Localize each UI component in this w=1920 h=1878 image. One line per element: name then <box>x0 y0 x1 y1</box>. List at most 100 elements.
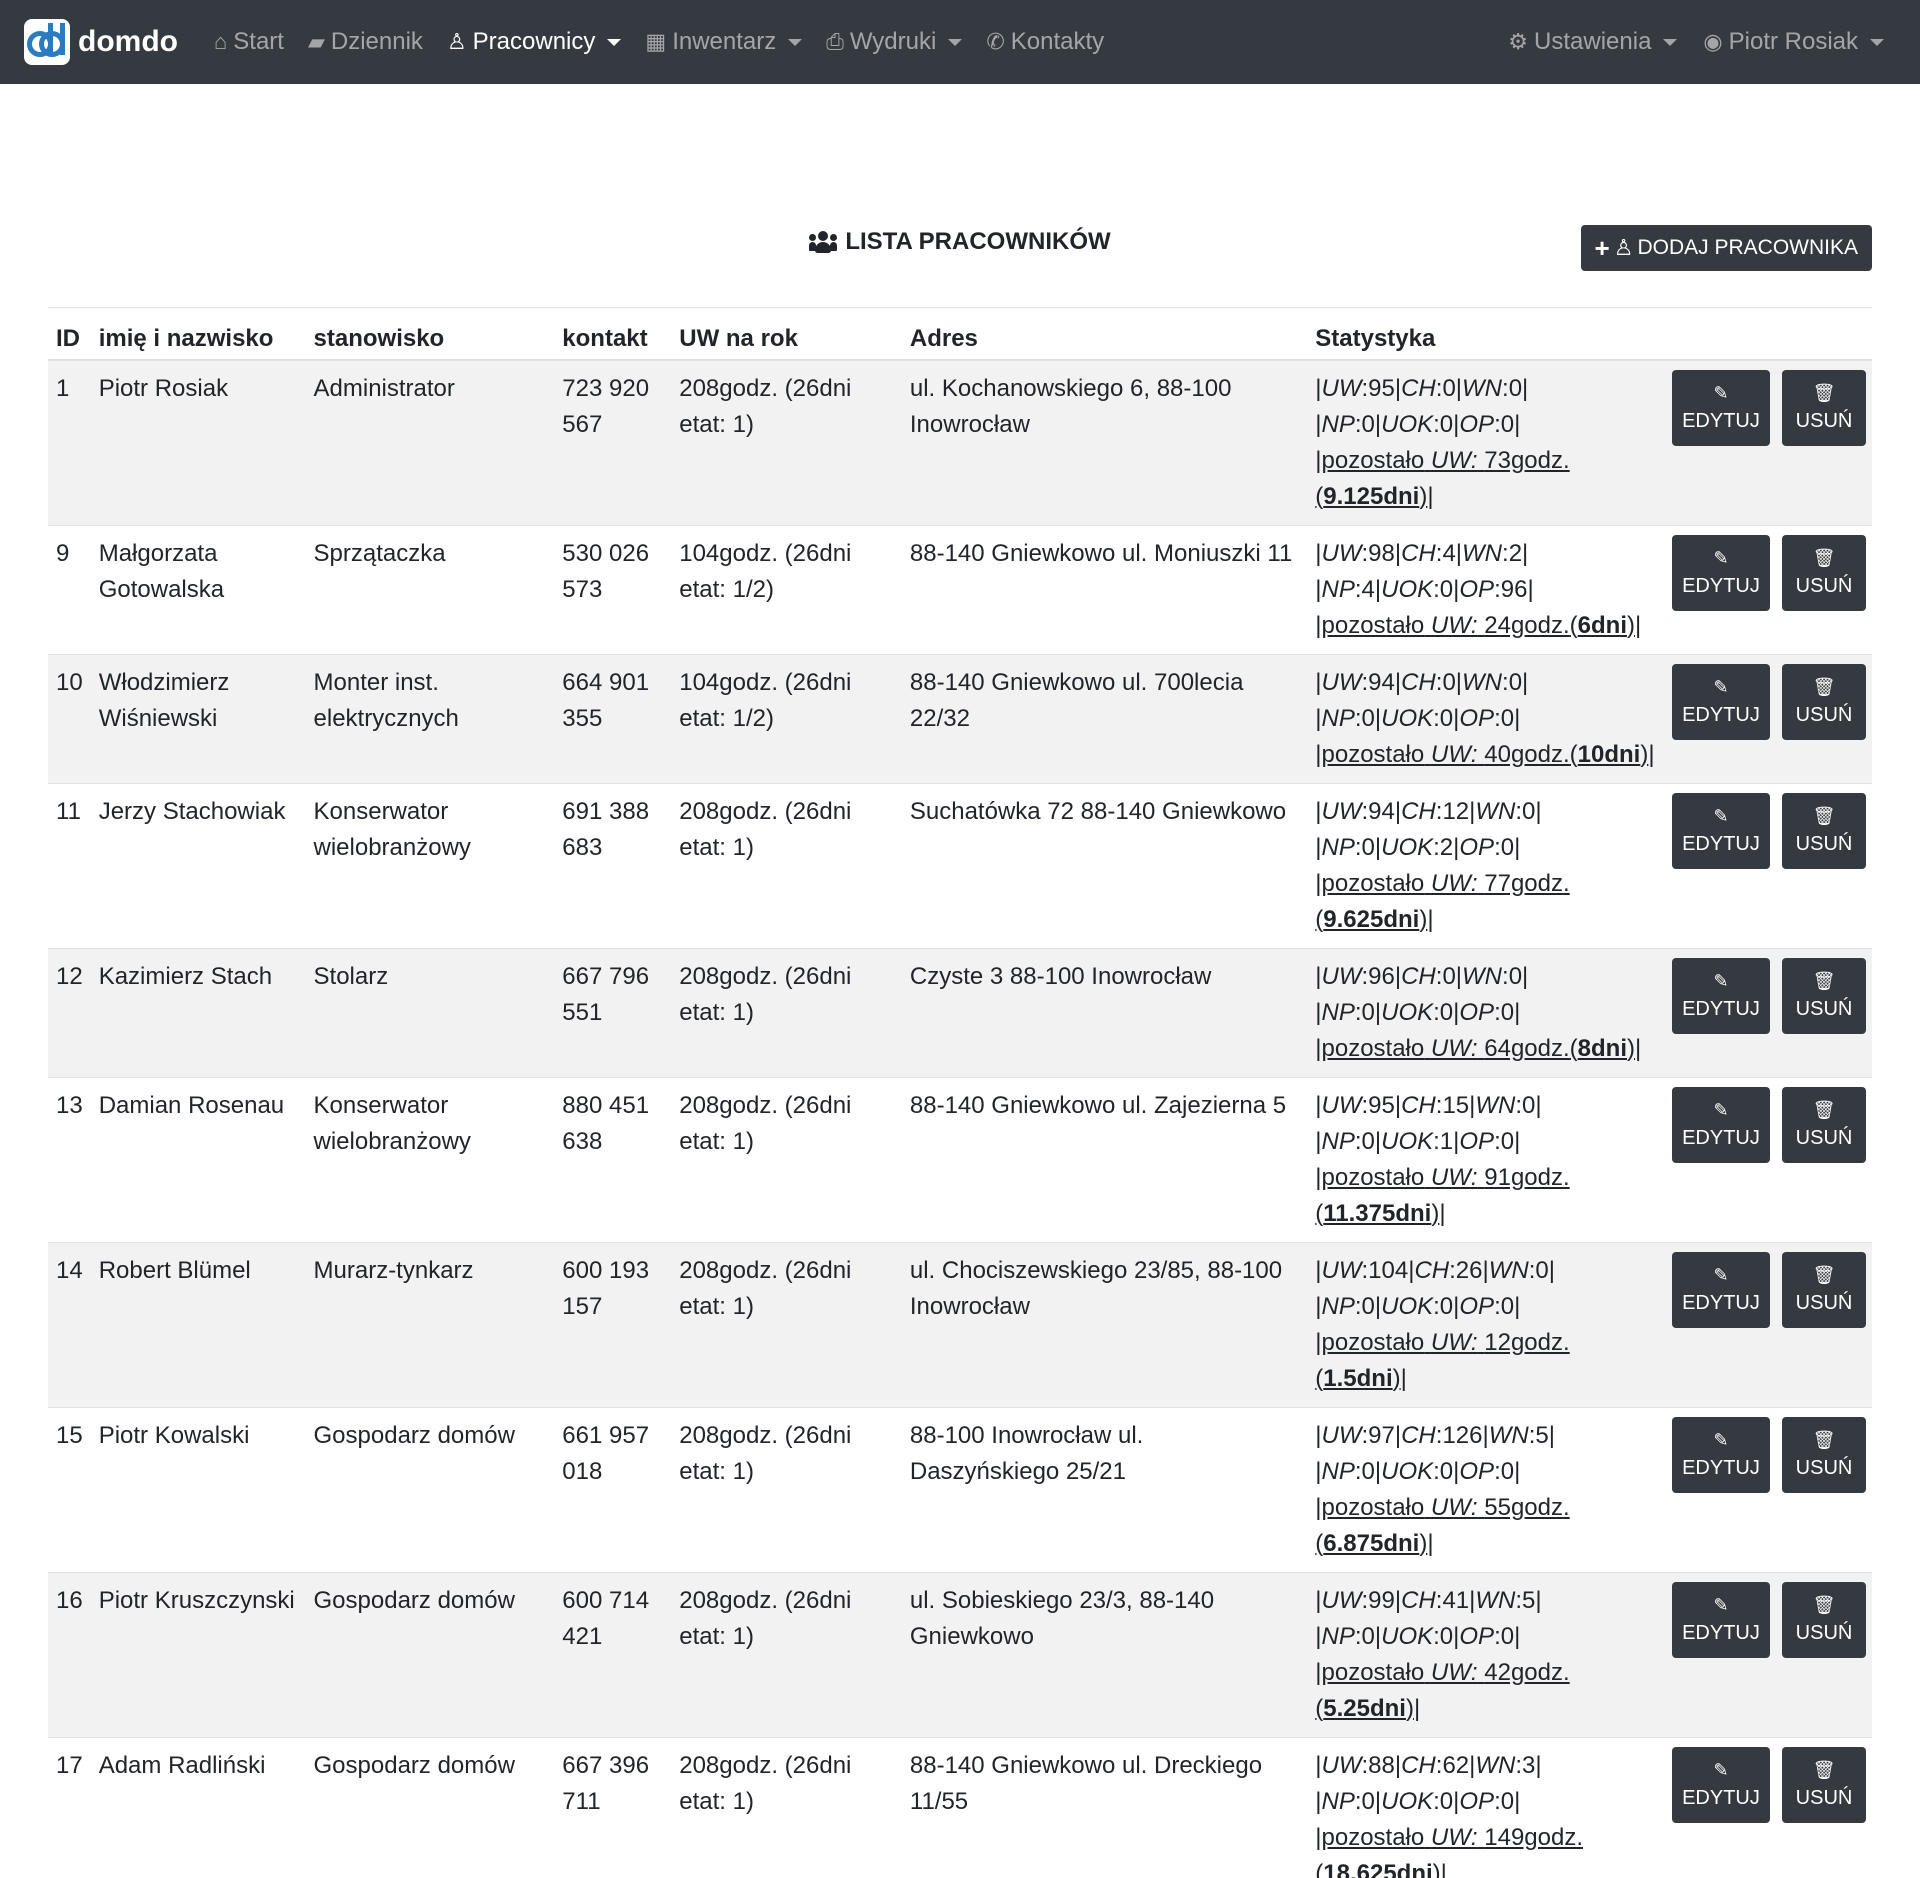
stat-uok: 0 <box>1439 704 1454 732</box>
delete-button[interactable]: 🗑 USUŃ <box>1782 1251 1866 1328</box>
delete-button[interactable]: 🗑 USUŃ <box>1782 534 1866 611</box>
col-header-uw: UW na rok <box>671 307 902 361</box>
edit-button[interactable]: ✎ EDYTUJ <box>1672 369 1770 446</box>
table-header-row: ID imię i nazwisko stanowisko kontakt UW… <box>48 307 1872 361</box>
remaining-leave-link[interactable]: pozostało UW: 64godz.(8dni) <box>1322 1035 1636 1062</box>
delete-button[interactable]: 🗑 USUŃ <box>1782 369 1866 446</box>
stat-uw_val: 98 <box>1368 539 1395 567</box>
cell-statistics: |UW:94|CH:12|WN:0| |NP:0|UOK:2|OP:0| |pozo… <box>1307 782 1664 948</box>
delete-button[interactable]: 🗑 USUŃ <box>1782 663 1866 740</box>
nav-wydruki[interactable]: ⎙ Wydruki <box>826 28 963 56</box>
nav-user-menu[interactable]: ◉ Piotr Rosiak <box>1703 28 1884 56</box>
edit-button[interactable]: ✎ EDYTUJ <box>1672 1416 1770 1493</box>
nav-start[interactable]: ⌂ Start <box>214 28 284 56</box>
table-row: 15 Piotr Kowalski Gospodarz domów 661 957 0… <box>48 1406 1872 1572</box>
delete-button-label: USUŃ <box>1795 1126 1853 1149</box>
edit-button-label: EDYTUJ <box>1682 703 1760 726</box>
delete-button[interactable]: 🗑 USUŃ <box>1782 1086 1866 1163</box>
brand-logo-icon <box>24 19 70 65</box>
remaining-leave-link[interactable]: pozostało UW: 12godz. (1.5dni) <box>1315 1329 1569 1392</box>
remaining-leave-link[interactable]: pozostało UW: 149godz. (18.625dni) <box>1315 1824 1583 1878</box>
cell-statistics: |UW:99|CH:41|WN:5| |NP:0|UOK:0|OP:0| |pozo… <box>1307 1571 1664 1737</box>
delete-button-label: USUŃ <box>1795 1786 1853 1809</box>
delete-button[interactable]: 🗑 USUŃ <box>1782 1416 1866 1493</box>
pencil-icon: ✎ <box>1713 805 1729 826</box>
delete-button[interactable]: 🗑 USUŃ <box>1782 1581 1866 1658</box>
brand[interactable]: domdo <box>24 19 178 65</box>
remaining-leave-link[interactable]: pozostało UW: 91godz. (11.375dni) <box>1315 1164 1569 1227</box>
nav-ustawienia[interactable]: ⚙ Ustawienia <box>1508 28 1678 56</box>
remaining-hours: 55godz. <box>1484 1493 1570 1521</box>
cell-address: ul. Chociszewskiego 23/85, 88-100 Inowro… <box>901 1241 1308 1407</box>
employees-table: ID imię i nazwisko stanowisko kontakt UW… <box>48 307 1872 1878</box>
stat-op: 0 <box>1500 410 1515 438</box>
cell-uw-per-year: 104godz. (26dni etat: 1/2) <box>671 524 902 654</box>
stat-np: 0 <box>1361 1622 1375 1650</box>
edit-button[interactable]: ✎ EDYTUJ <box>1672 957 1770 1034</box>
cell-id: 10 <box>48 653 91 783</box>
nav-dziennik[interactable]: ▰ Dziennik <box>308 28 423 56</box>
remaining-days: 6dni <box>1577 611 1627 639</box>
edit-button[interactable]: ✎ EDYTUJ <box>1672 534 1770 611</box>
remaining-leave-link[interactable]: pozostało UW: 73godz. (9.125dni) <box>1315 447 1569 510</box>
delete-button[interactable]: 🗑 USUŃ <box>1782 792 1866 869</box>
main-nav: ⌂ Start ▰ Dziennik ♙ Pracownicy ▦ Inwent… <box>214 0 1128 84</box>
home-icon: ⌂ <box>213 29 228 54</box>
cell-address: 88-140 Gniewkowo ul. Dreckiego 11/55 <box>901 1736 1308 1878</box>
remaining-leave-link[interactable]: pozostało UW: 24godz.(6dni) <box>1322 612 1636 639</box>
stat-wn: 0 <box>1522 797 1536 825</box>
remaining-hours: 40godz. <box>1484 740 1570 768</box>
cell-actions: ✎ EDYTUJ 🗑 USUŃ <box>1664 782 1872 948</box>
stat-ch: 62 <box>1442 1751 1470 1779</box>
cell-address: 88-100 Inowrocław ul. Daszyńskiego 25/21 <box>901 1406 1308 1572</box>
stat-op: 0 <box>1500 1457 1515 1485</box>
nav-pracownicy[interactable]: ♙ Pracownicy <box>447 28 622 56</box>
remaining-uw-label: UW: <box>1430 1163 1478 1191</box>
stat-ch: 26 <box>1455 1256 1483 1284</box>
cell-contact: 723 920 567 <box>554 359 672 525</box>
cell-statistics: |UW:88|CH:62|WN:3| |NP:0|UOK:0|OP:0| |pozo… <box>1307 1736 1664 1878</box>
add-employee-button[interactable]: + ♙ DODAJ PRACOWNIKA <box>1580 225 1872 271</box>
cell-id: 15 <box>48 1406 91 1572</box>
col-header-actions <box>1664 307 1872 361</box>
cell-id: 11 <box>48 782 91 948</box>
remaining-leave-link[interactable]: pozostało UW: 42godz. (5.25dni) <box>1315 1659 1569 1722</box>
table-row: 13 Damian Rosenau Konserwator wielobranżow… <box>48 1076 1872 1242</box>
remaining-leave-link[interactable]: pozostało UW: 40godz.(10dni) <box>1322 741 1649 768</box>
remaining-hours: 24godz. <box>1484 611 1570 639</box>
remaining-uw-label: UW: <box>1430 611 1478 639</box>
remaining-leave-link[interactable]: pozostało UW: 77godz. (9.625dni) <box>1315 870 1569 933</box>
remaining-hours: 42godz. <box>1484 1658 1570 1686</box>
stat-ch: 12 <box>1442 797 1470 825</box>
edit-button[interactable]: ✎ EDYTUJ <box>1672 792 1770 869</box>
delete-button-label: USUŃ <box>1795 1456 1853 1479</box>
cell-statistics: |UW:104|CH:26|WN:0| |NP:0|UOK:0|OP:0| |poz… <box>1307 1241 1664 1407</box>
edit-button-label: EDYTUJ <box>1682 409 1760 432</box>
nav-kontakty[interactable]: ✆ Kontakty <box>986 28 1104 56</box>
table-row: 12 Kazimierz Stach Stolarz 667 796 551 208go… <box>48 947 1872 1077</box>
remaining-hours: 77godz. <box>1484 869 1570 897</box>
cell-actions: ✎ EDYTUJ 🗑 USUŃ <box>1664 1241 1872 1407</box>
cell-address: 88-140 Gniewkowo ul. 700lecia 22/32 <box>901 653 1308 783</box>
cell-position: Monter inst. elektrycznych <box>305 653 555 783</box>
edit-button[interactable]: ✎ EDYTUJ <box>1672 1251 1770 1328</box>
delete-button-label: USUŃ <box>1795 409 1853 432</box>
edit-button[interactable]: ✎ EDYTUJ <box>1672 1746 1770 1823</box>
delete-button[interactable]: 🗑 USUŃ <box>1782 1746 1866 1823</box>
delete-button-label: USUŃ <box>1795 1621 1853 1644</box>
remaining-leave-link[interactable]: pozostało UW: 55godz. (6.875dni) <box>1315 1494 1569 1557</box>
edit-button[interactable]: ✎ EDYTUJ <box>1672 1581 1770 1658</box>
stat-np: 0 <box>1361 1127 1375 1155</box>
cell-id: 9 <box>48 524 91 654</box>
stat-op: 96 <box>1500 575 1528 603</box>
nav-inwentarz[interactable]: ▦ Inwentarz <box>645 28 803 56</box>
cell-position: Stolarz <box>305 947 555 1077</box>
print-icon: ⎙ <box>826 29 844 54</box>
cell-position: Administrator <box>305 359 555 525</box>
person-icon: ♙ <box>1613 235 1634 260</box>
remaining-days: 11.375dni <box>1323 1199 1432 1227</box>
edit-button[interactable]: ✎ EDYTUJ <box>1672 663 1770 740</box>
delete-button[interactable]: 🗑 USUŃ <box>1782 957 1866 1034</box>
cell-contact: 600 714 421 <box>554 1571 672 1737</box>
edit-button[interactable]: ✎ EDYTUJ <box>1672 1086 1770 1163</box>
